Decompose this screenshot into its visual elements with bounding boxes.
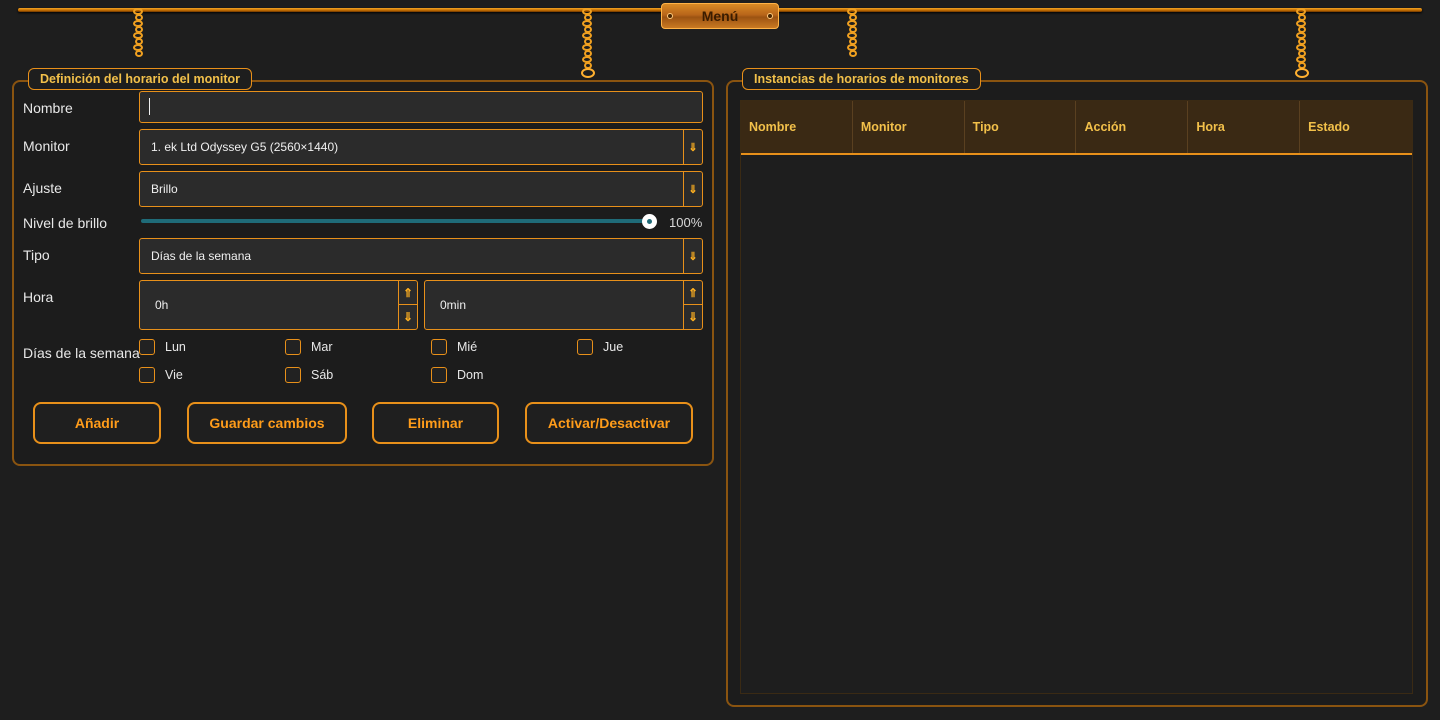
minutes-spinbox[interactable]: 0min ⇑ ⇓ bbox=[424, 280, 703, 330]
save-changes-button[interactable]: Guardar cambios bbox=[187, 402, 347, 444]
weekdays-label: Días de la semana bbox=[23, 345, 140, 361]
chain-decoration bbox=[131, 8, 147, 57]
chevron-down-icon[interactable]: ⇓ bbox=[683, 172, 702, 206]
nail-icon bbox=[667, 13, 673, 19]
monitor-select-value: 1. ek Ltd Odyssey G5 (2560×1440) bbox=[151, 140, 339, 154]
column-header-name[interactable]: Nombre bbox=[741, 101, 853, 153]
chain-decoration bbox=[845, 8, 861, 57]
chain-decoration bbox=[580, 8, 596, 78]
name-input[interactable] bbox=[139, 91, 703, 123]
brightness-slider-handle[interactable] bbox=[642, 214, 657, 229]
text-cursor bbox=[149, 98, 150, 115]
type-select-value: Días de la semana bbox=[151, 249, 252, 263]
hours-value: 0h bbox=[155, 298, 169, 312]
checkbox-box[interactable] bbox=[431, 339, 447, 355]
checkbox-mar[interactable]: Mar bbox=[285, 339, 333, 355]
column-header-type[interactable]: Tipo bbox=[965, 101, 1077, 153]
arrow-up-icon[interactable]: ⇑ bbox=[684, 281, 702, 305]
chain-decoration bbox=[1294, 8, 1310, 78]
checkbox-dom[interactable]: Dom bbox=[431, 367, 483, 383]
brightness-value: 100% bbox=[669, 215, 703, 230]
chevron-down-icon[interactable]: ⇓ bbox=[683, 130, 702, 164]
arrow-down-icon[interactable]: ⇓ bbox=[684, 305, 702, 329]
hours-spinbox[interactable]: 0h ⇑ ⇓ bbox=[139, 280, 418, 330]
column-header-status[interactable]: Estado bbox=[1300, 101, 1412, 153]
delete-button[interactable]: Eliminar bbox=[372, 402, 499, 444]
group-title: Definición del horario del monitor bbox=[28, 68, 253, 90]
checkbox-box[interactable] bbox=[139, 339, 155, 355]
checkbox-mie[interactable]: Mié bbox=[431, 339, 477, 355]
arrow-up-icon[interactable]: ⇑ bbox=[399, 281, 417, 305]
minutes-value: 0min bbox=[440, 298, 467, 312]
toggle-active-button[interactable]: Activar/Desactivar bbox=[525, 402, 693, 444]
setting-select[interactable]: Brillo ⇓ bbox=[139, 171, 703, 207]
name-label: Nombre bbox=[23, 100, 73, 116]
type-select[interactable]: Días de la semana ⇓ bbox=[139, 238, 703, 274]
chevron-down-icon[interactable]: ⇓ bbox=[683, 239, 702, 273]
column-header-monitor[interactable]: Monitor bbox=[853, 101, 965, 153]
checkbox-jue[interactable]: Jue bbox=[577, 339, 623, 355]
checkbox-vie[interactable]: Vie bbox=[139, 367, 183, 383]
add-button[interactable]: Añadir bbox=[33, 402, 161, 444]
brightness-slider[interactable] bbox=[141, 219, 651, 223]
group-title: Instancias de horarios de monitores bbox=[742, 68, 981, 90]
checkbox-box[interactable] bbox=[139, 367, 155, 383]
table-header: Nombre Monitor Tipo Acción Hora Estado bbox=[741, 101, 1412, 155]
column-header-action[interactable]: Acción bbox=[1076, 101, 1189, 153]
checkbox-box[interactable] bbox=[285, 367, 301, 383]
nail-icon bbox=[767, 13, 773, 19]
brightness-label: Nivel de brillo bbox=[23, 215, 108, 231]
setting-select-value: Brillo bbox=[151, 182, 178, 196]
time-label: Hora bbox=[23, 289, 54, 305]
monitor-label: Monitor bbox=[23, 138, 70, 154]
checkbox-box[interactable] bbox=[285, 339, 301, 355]
column-header-time[interactable]: Hora bbox=[1188, 101, 1301, 153]
checkbox-box[interactable] bbox=[577, 339, 593, 355]
type-label: Tipo bbox=[23, 247, 50, 263]
instances-table[interactable]: Nombre Monitor Tipo Acción Hora Estado bbox=[740, 100, 1413, 694]
checkbox-box[interactable] bbox=[431, 367, 447, 383]
checkbox-sab[interactable]: Sáb bbox=[285, 367, 333, 383]
setting-label: Ajuste bbox=[23, 180, 62, 196]
menu-button[interactable]: Menú bbox=[661, 3, 779, 29]
monitor-select[interactable]: 1. ek Ltd Odyssey G5 (2560×1440) ⇓ bbox=[139, 129, 703, 165]
arrow-down-icon[interactable]: ⇓ bbox=[399, 305, 417, 329]
checkbox-lun[interactable]: Lun bbox=[139, 339, 186, 355]
menu-label: Menú bbox=[701, 8, 739, 24]
